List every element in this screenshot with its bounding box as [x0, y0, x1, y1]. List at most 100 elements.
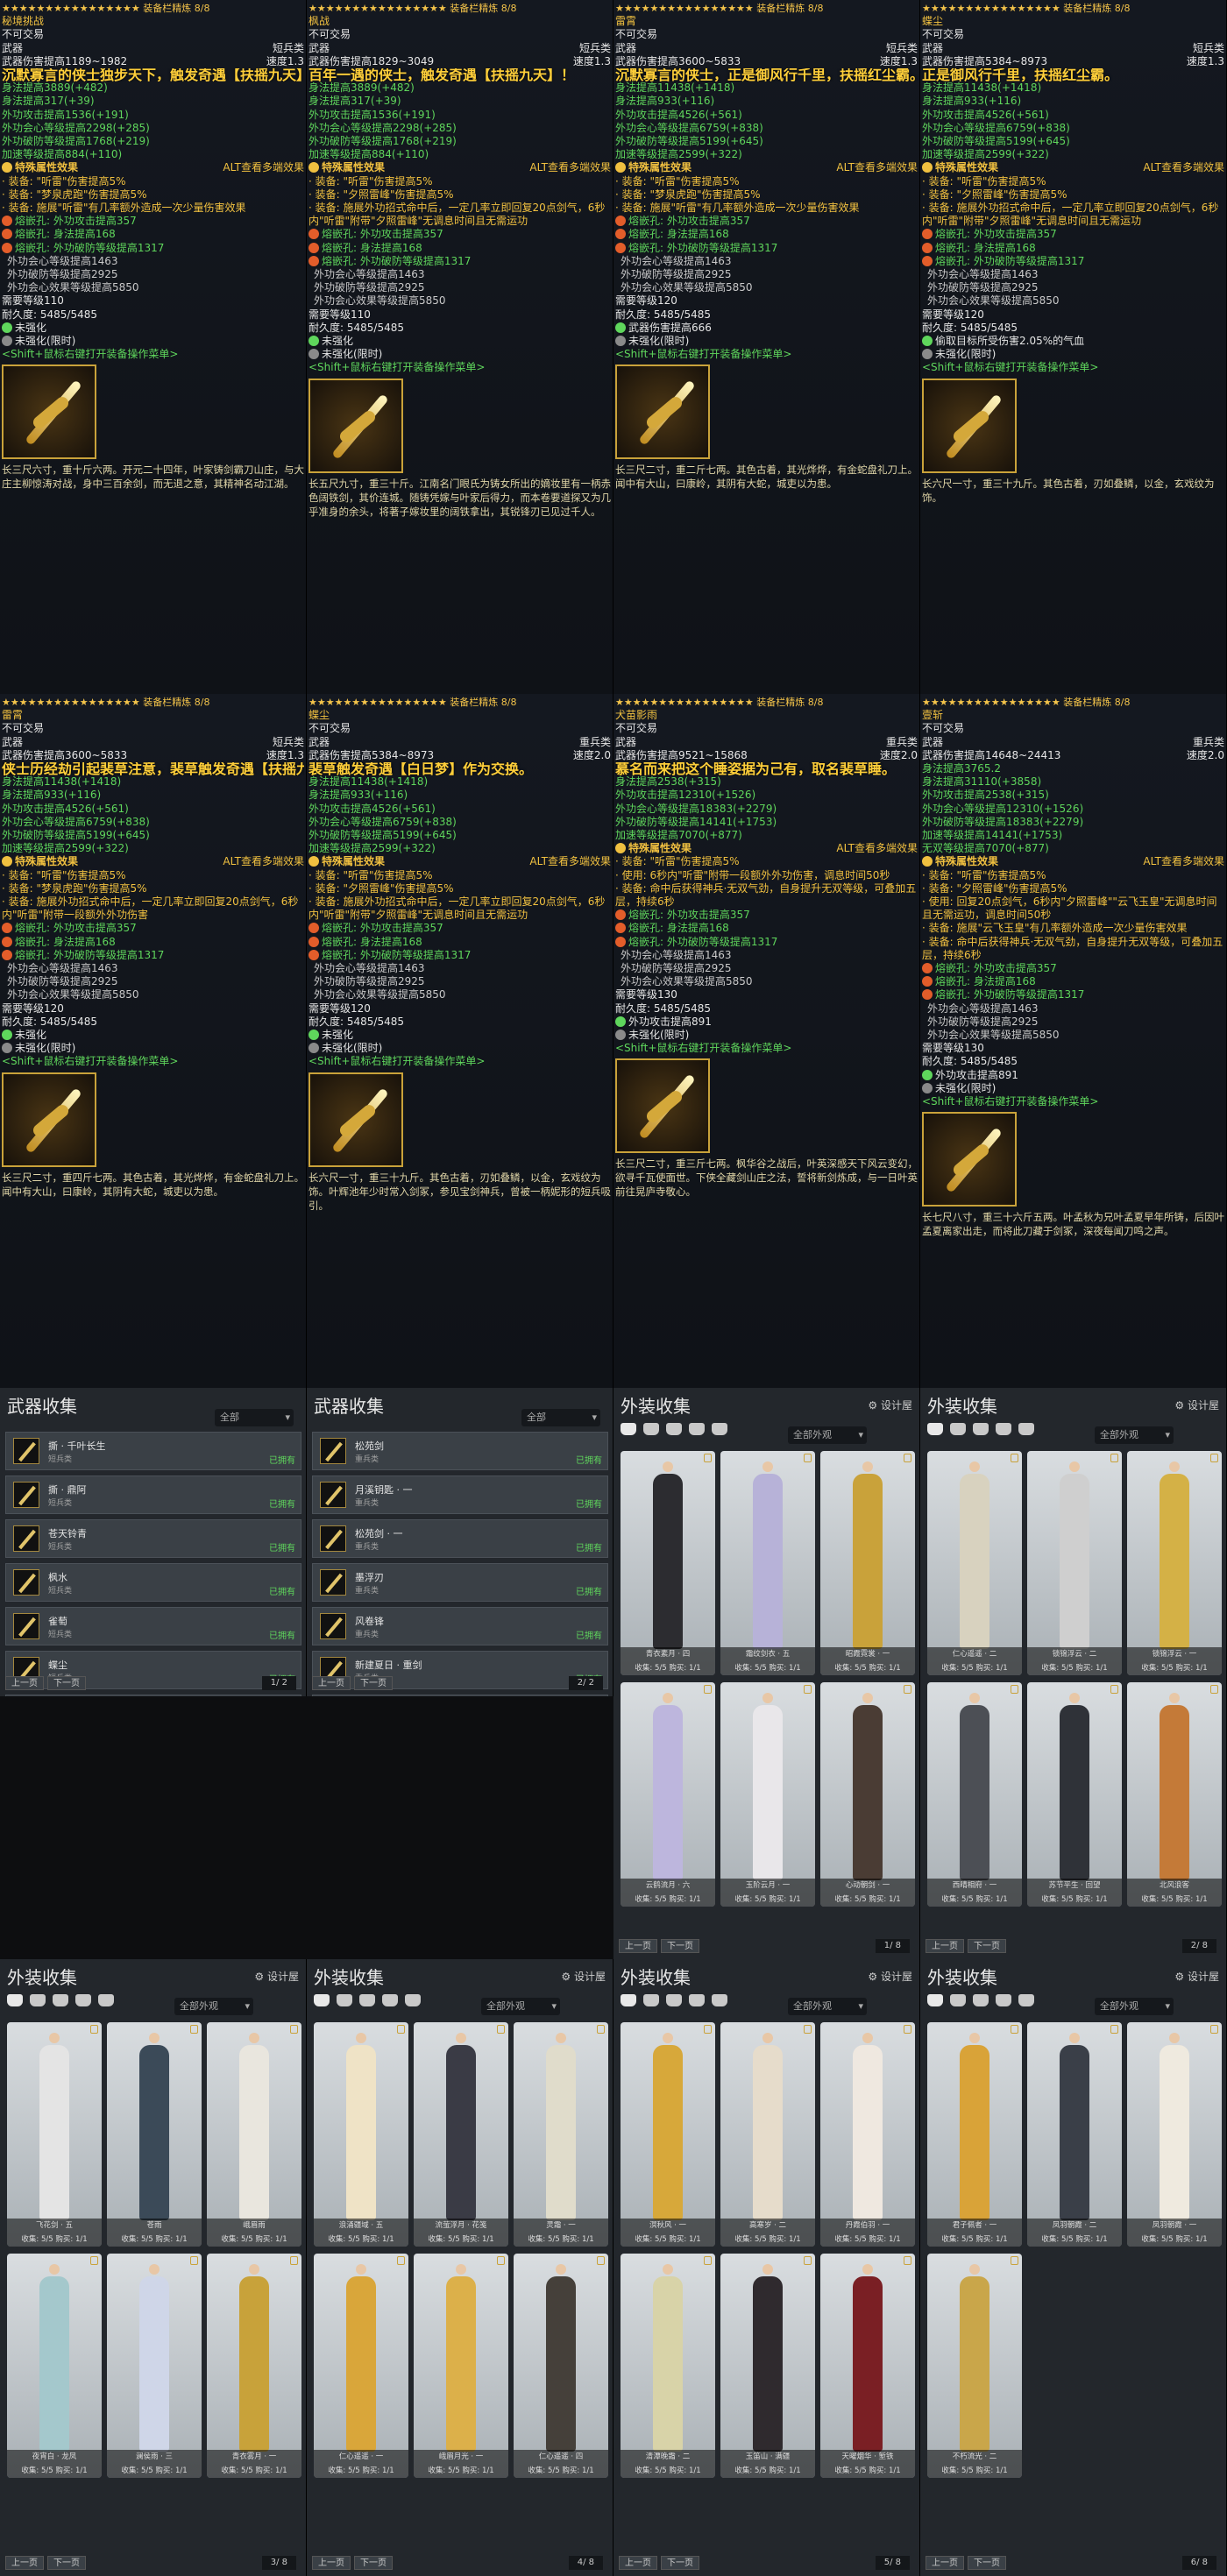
design-room-button[interactable]: ⚙ 设计屋	[868, 1398, 912, 1412]
outfit-category-tab-icon[interactable]	[666, 1423, 682, 1435]
weapon-list-item[interactable]: 苍天铃青 短兵类 已拥有	[5, 1519, 301, 1558]
design-room-button[interactable]: ⚙ 设计屋	[1174, 1969, 1219, 1984]
next-page-button[interactable]: 下一页	[968, 2556, 1006, 2570]
next-page-button[interactable]: 下一页	[354, 2556, 393, 2570]
outfit-category-tab-icon[interactable]	[712, 1423, 727, 1435]
filter-dropdown[interactable]: 全部外观 ▾	[788, 1426, 867, 1444]
outfit-card[interactable]: 心动朝剑 · 一收集: 5/5 购买: 1/1	[820, 1682, 915, 1907]
outfit-card[interactable]: 夜宵白 · 龙凤 收集: 5/5 购买: 1/1	[7, 2254, 102, 2478]
filter-dropdown[interactable]: 全部外观 ▾	[1095, 1426, 1174, 1444]
outfit-card[interactable]: 西晴相府 · 一收集: 5/5 购买: 1/1	[927, 1682, 1022, 1907]
outfit-category-tab-icon[interactable]	[666, 1994, 682, 2006]
outfit-card[interactable]: 天曜烟华 · 堑铁 收集: 5/5 购买: 1/1	[820, 2254, 915, 2478]
design-room-button[interactable]: ⚙ 设计屋	[868, 1969, 912, 1984]
outfit-card[interactable]: 霜纹剑衣 · 五收集: 5/5 购买: 1/1	[720, 1451, 815, 1675]
outfit-card[interactable]: 玉阶云月 · 一收集: 5/5 购买: 1/1	[720, 1682, 815, 1907]
outfit-card[interactable]: 君子佩者 · 一收集: 5/5 购买: 1/1	[927, 2022, 1022, 2247]
next-page-button[interactable]: 下一页	[354, 1676, 393, 1690]
outfit-category-tab-icon[interactable]	[1018, 1423, 1034, 1435]
design-room-button[interactable]: ⚙ 设计屋	[254, 1969, 299, 1984]
outfit-card[interactable]: 云鹤流月 · 六收集: 5/5 购买: 1/1	[621, 1682, 715, 1907]
outfit-card[interactable]: 昭霞霓裳 · 一收集: 5/5 购买: 1/1	[820, 1451, 915, 1675]
weapon-list-item[interactable]: 月溪钥匙 · 一重兵类 已拥有	[312, 1476, 608, 1514]
outfit-card[interactable]: 北风浪客 收集: 5/5 购买: 1/1	[1127, 1682, 1222, 1907]
filter-dropdown[interactable]: 全部外观 ▾	[481, 1998, 560, 2015]
outfit-card[interactable]: 浪涌疆域 · 五收集: 5/5 购买: 1/1	[314, 2022, 408, 2247]
outfit-card[interactable]: 不朽流光 · 二收集: 5/5 购买: 1/1	[927, 2254, 1022, 2478]
outfit-card[interactable]: 丹霞伯羽 · 一收集: 5/5 购买: 1/1	[820, 2022, 915, 2247]
outfit-category-tab-icon[interactable]	[996, 1423, 1011, 1435]
weapon-list-item[interactable]: 撕 · 鼎阿 短兵类 已拥有	[5, 1476, 301, 1514]
outfit-category-tab-icon[interactable]	[927, 1423, 943, 1435]
outfit-category-tab-icon[interactable]	[621, 1994, 636, 2006]
outfit-category-tab-icon[interactable]	[973, 1423, 989, 1435]
outfit-card[interactable]: 高寒岁 · 二收集: 5/5 购买: 1/1	[720, 2022, 815, 2247]
next-page-button[interactable]: 下一页	[661, 2556, 699, 2570]
filter-dropdown[interactable]: 全部外观 ▾	[174, 1998, 253, 2015]
filter-dropdown[interactable]: 全部 ▾	[521, 1409, 600, 1426]
outfit-category-tab-icon[interactable]	[621, 1423, 636, 1435]
weapon-list-item[interactable]: 枫水 短兵类 已拥有	[5, 1563, 301, 1602]
outfit-card[interactable]: 仁心遥遥 · 四收集: 5/5 购买: 1/1	[514, 2254, 608, 2478]
outfit-category-tab-icon[interactable]	[689, 1994, 705, 2006]
outfit-category-tab-icon[interactable]	[337, 1994, 352, 2006]
outfit-card[interactable]: 灵霜 · 一收集: 5/5 购买: 1/1	[514, 2022, 608, 2247]
outfit-category-tab-icon[interactable]	[359, 1994, 375, 2006]
weapon-list-item[interactable]: 撕 · 千叶长生 短兵类 已拥有	[5, 1432, 301, 1470]
outfit-card[interactable]: 锁锦浮云 · 二收集: 5/5 购买: 1/1	[1027, 1451, 1122, 1675]
prev-page-button[interactable]: 上一页	[619, 2556, 657, 2570]
weapon-list-item[interactable]: 墨浮刃 重兵类 已拥有	[312, 1563, 608, 1602]
weapon-list-item[interactable]: 焚透魂短兵类已拥有	[5, 1695, 301, 1696]
outfit-category-tab-icon[interactable]	[7, 1994, 23, 2006]
outfit-category-tab-icon[interactable]	[950, 1423, 966, 1435]
prev-page-button[interactable]: 上一页	[5, 2556, 44, 2570]
outfit-category-tab-icon[interactable]	[973, 1994, 989, 2006]
outfit-card[interactable]: 峨眉雨 收集: 5/5 购买: 1/1	[207, 2022, 301, 2247]
outfit-card[interactable]: 溟秋风 · 一收集: 5/5 购买: 1/1	[621, 2022, 715, 2247]
weapon-list-item[interactable]: 松苑剑 · 一重兵类 已拥有	[312, 1519, 608, 1558]
outfit-card[interactable]: 苍雨 收集: 5/5 购买: 1/1	[107, 2022, 202, 2247]
outfit-category-tab-icon[interactable]	[712, 1994, 727, 2006]
outfit-card[interactable]: 峨眉月光 · 一收集: 5/5 购买: 1/1	[414, 2254, 508, 2478]
outfit-card[interactable]: 清潭晚霜 · 二收集: 5/5 购买: 1/1	[621, 2254, 715, 2478]
outfit-category-tab-icon[interactable]	[314, 1994, 330, 2006]
outfit-card[interactable]: 澜侯雨 · 三收集: 5/5 购买: 1/1	[107, 2254, 202, 2478]
outfit-card[interactable]: 青衣素月 · 四收集: 5/5 购买: 1/1	[621, 1451, 715, 1675]
outfit-card[interactable]: 苏节平生 · 回望 收集: 5/5 购买: 1/1	[1027, 1682, 1122, 1907]
outfit-category-tab-icon[interactable]	[1018, 1994, 1034, 2006]
outfit-card[interactable]: 青衣雾月 · 一收集: 5/5 购买: 1/1	[207, 2254, 301, 2478]
design-room-button[interactable]: ⚙ 设计屋	[1174, 1398, 1219, 1412]
outfit-category-tab-icon[interactable]	[996, 1994, 1011, 2006]
outfit-category-tab-icon[interactable]	[53, 1994, 68, 2006]
outfit-card[interactable]: 凤羽朝霞 · 一收集: 5/5 购买: 1/1	[1127, 2022, 1222, 2247]
outfit-card[interactable]: 锁锦浮云 · 一收集: 5/5 购买: 1/1	[1127, 1451, 1222, 1675]
outfit-category-tab-icon[interactable]	[98, 1994, 114, 2006]
outfit-category-tab-icon[interactable]	[689, 1423, 705, 1435]
next-page-button[interactable]: 下一页	[47, 2556, 86, 2570]
outfit-category-tab-icon[interactable]	[405, 1994, 421, 2006]
outfit-category-tab-icon[interactable]	[30, 1994, 46, 2006]
outfit-category-tab-icon[interactable]	[75, 1994, 91, 2006]
outfit-card[interactable]: 凤羽朝霞 · 二收集: 5/5 购买: 1/1	[1027, 2022, 1122, 2247]
prev-page-button[interactable]: 上一页	[312, 2556, 351, 2570]
design-room-button[interactable]: ⚙ 设计屋	[561, 1969, 606, 1984]
weapon-list-item[interactable]: 风卷锋 重兵类 已拥有	[312, 1607, 608, 1645]
filter-dropdown[interactable]: 全部外观 ▾	[788, 1998, 867, 2015]
outfit-card[interactable]: 飞花剑 · 五收集: 5/5 购买: 1/1	[7, 2022, 102, 2247]
outfit-category-tab-icon[interactable]	[382, 1994, 398, 2006]
weapon-list-item[interactable]: 新建夏日 · 无相重兵类已拥有	[312, 1695, 608, 1696]
prev-page-button[interactable]: 上一页	[5, 1676, 44, 1690]
next-page-button[interactable]: 下一页	[661, 1939, 699, 1953]
prev-page-button[interactable]: 上一页	[619, 1939, 657, 1953]
outfit-card[interactable]: 仁心遥遥 · 一收集: 5/5 购买: 1/1	[314, 2254, 408, 2478]
outfit-category-tab-icon[interactable]	[643, 1423, 659, 1435]
prev-page-button[interactable]: 上一页	[926, 2556, 964, 2570]
next-page-button[interactable]: 下一页	[968, 1939, 1006, 1953]
outfit-card[interactable]: 玉笛山 · 满疆 收集: 5/5 购买: 1/1	[720, 2254, 815, 2478]
outfit-category-tab-icon[interactable]	[643, 1994, 659, 2006]
filter-dropdown[interactable]: 全部外观 ▾	[1095, 1998, 1174, 2015]
prev-page-button[interactable]: 上一页	[926, 1939, 964, 1953]
outfit-category-tab-icon[interactable]	[927, 1994, 943, 2006]
outfit-card[interactable]: 流萤浮月 · 花笺 收集: 5/5 购买: 1/1	[414, 2022, 508, 2247]
weapon-list-item[interactable]: 松苑剑 重兵类 已拥有	[312, 1432, 608, 1470]
